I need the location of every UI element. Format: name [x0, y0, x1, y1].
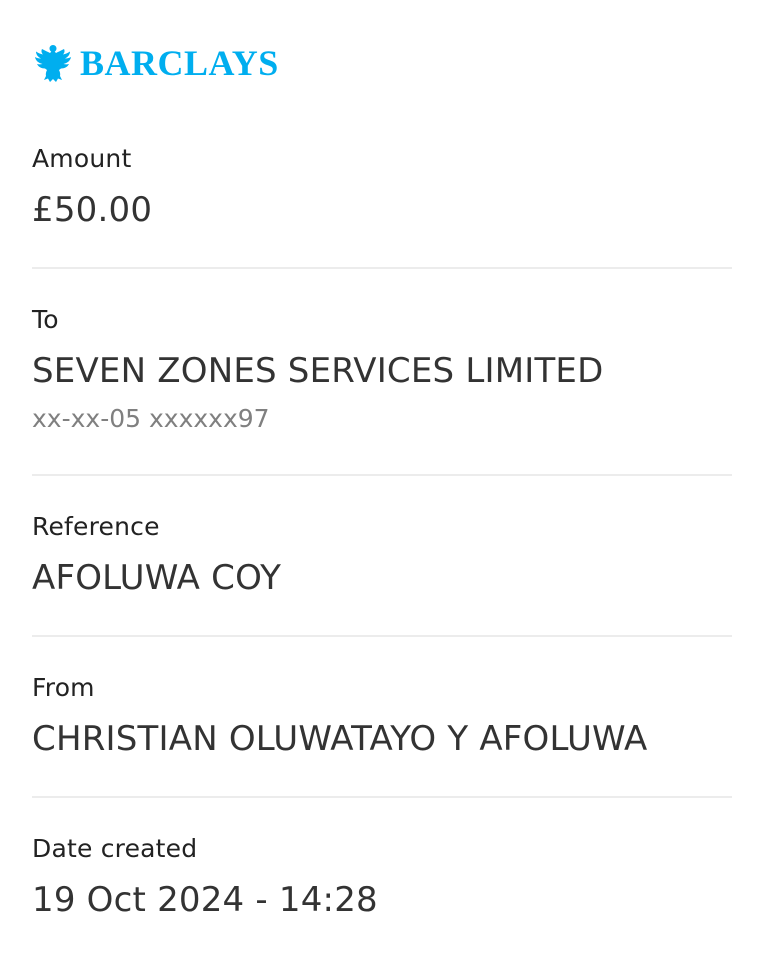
barclays-logo: BARCLAYS: [34, 42, 279, 84]
divider: [32, 474, 732, 476]
recipient-section: To SEVEN ZONES SERVICES LIMITED xx-xx-05…: [32, 307, 732, 431]
reference-value: AFOLUWA COY: [32, 558, 282, 598]
amount-section: Amount £50.00: [32, 146, 732, 227]
amount-label: Amount: [32, 144, 132, 173]
divider: [32, 796, 732, 798]
divider: [32, 635, 732, 637]
payment-details-page: BARCLAYS Amount £50.00 To SEVEN ZONES SE…: [0, 0, 764, 961]
recipient-account: xx-xx-05 xxxxxx97: [32, 404, 270, 433]
amount-value: £50.00: [32, 190, 153, 230]
sender-section: From CHRISTIAN OLUWATAYO Y AFOLUWA: [32, 675, 732, 756]
date-created-label: Date created: [32, 834, 198, 863]
to-label: To: [32, 305, 59, 334]
reference-label: Reference: [32, 512, 160, 541]
date-section: Date created 19 Oct 2024 - 14:28: [32, 836, 732, 917]
eagle-icon: [35, 45, 71, 82]
reference-section: Reference AFOLUWA COY: [32, 514, 732, 595]
date-created-value: 19 Oct 2024 - 14:28: [32, 880, 378, 920]
brand-name: BARCLAYS: [80, 43, 279, 83]
sender-name: CHRISTIAN OLUWATAYO Y AFOLUWA: [32, 719, 648, 759]
divider: [32, 267, 732, 269]
from-label: From: [32, 673, 95, 702]
recipient-name: SEVEN ZONES SERVICES LIMITED: [32, 351, 604, 391]
